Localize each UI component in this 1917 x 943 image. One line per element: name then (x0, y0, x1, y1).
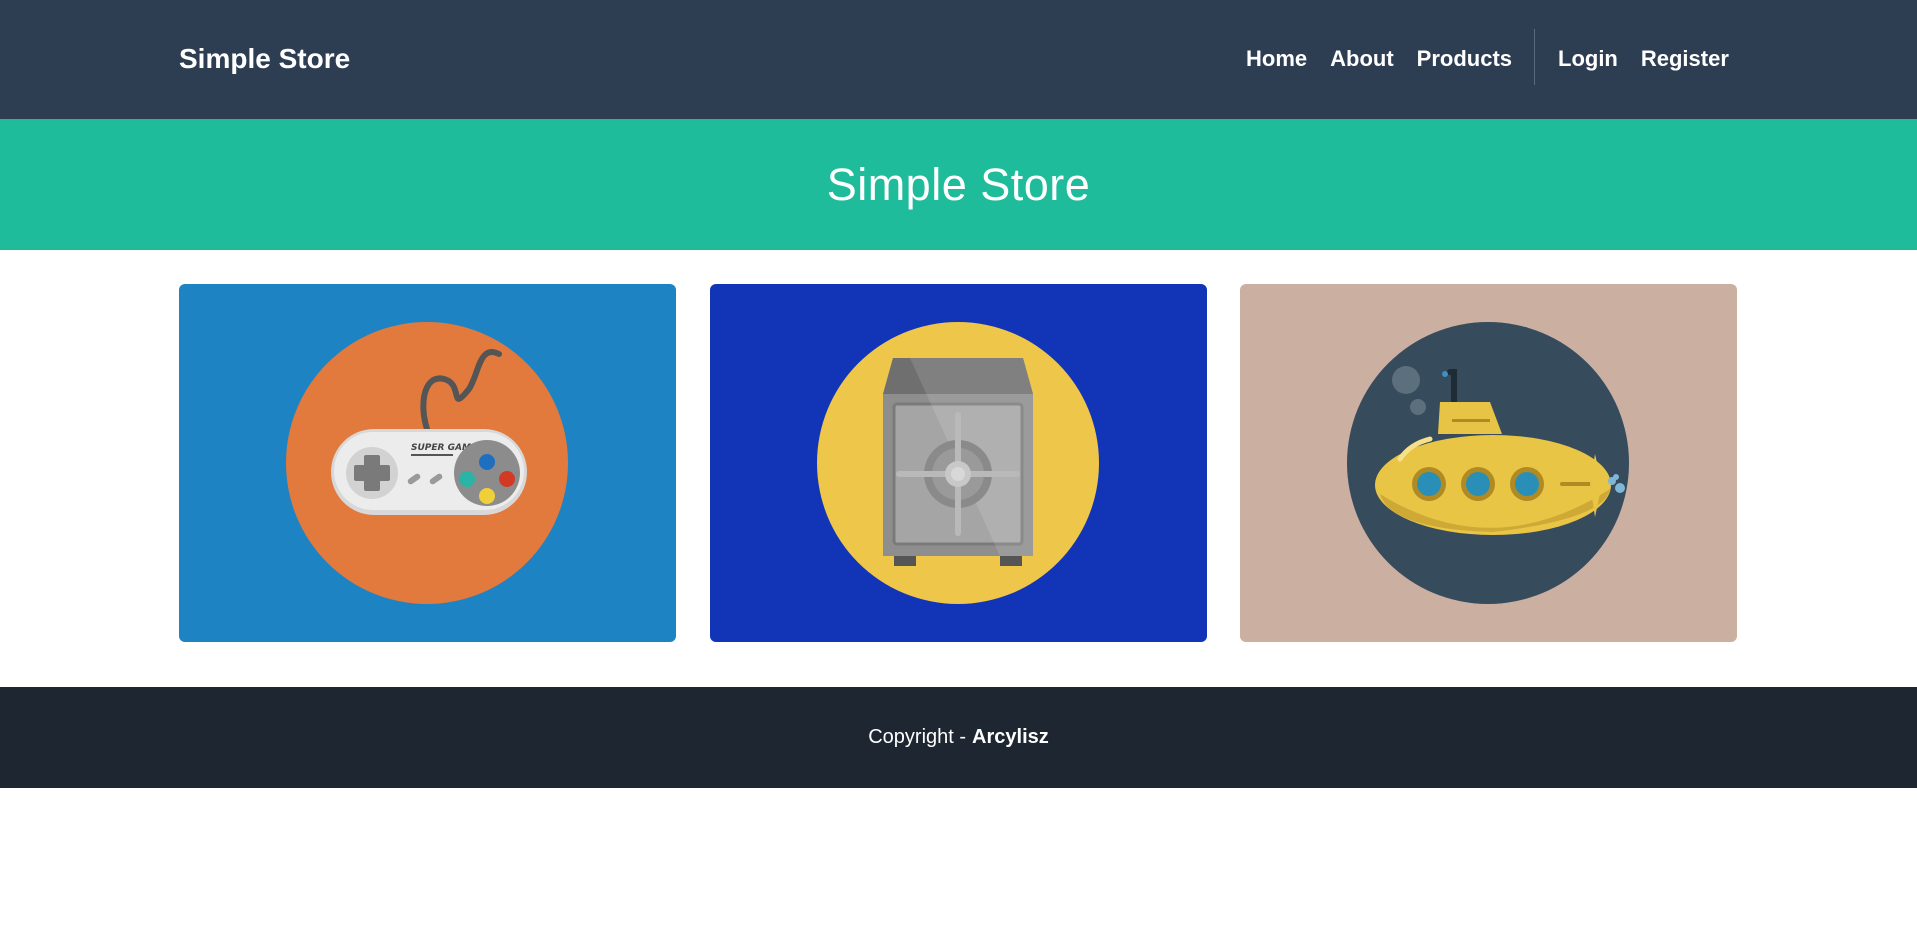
product-card-safe[interactable] (710, 284, 1207, 642)
main-nav: Home About Products (1246, 42, 1512, 76)
copyright-text: Copyright - (868, 726, 967, 748)
product-card-submarine[interactable] (1240, 284, 1737, 642)
brand-link[interactable]: Simple Store (179, 42, 350, 76)
nav-register-link[interactable]: Register (1641, 42, 1729, 76)
nav-login-link[interactable]: Login (1558, 42, 1618, 76)
nav-home-link[interactable]: Home (1246, 42, 1307, 76)
navbar: Simple Store Home About Products Login R… (0, 0, 1917, 119)
auth-nav: Login Register (1558, 42, 1729, 76)
game-controller-icon: SUPER GAME (179, 284, 676, 642)
safe-icon (710, 284, 1207, 642)
hero-banner: Simple Store (0, 119, 1917, 250)
nav-about-link[interactable]: About (1330, 42, 1394, 76)
hero-title: Simple Store (826, 158, 1091, 210)
nav-products-link[interactable]: Products (1417, 42, 1512, 76)
product-card-controller[interactable]: SUPER GAME (179, 284, 676, 642)
submarine-icon (1240, 284, 1737, 642)
nav-divider (1534, 29, 1535, 85)
author-name: Arcylisz (972, 726, 1049, 748)
footer: Copyright - Arcylisz (0, 687, 1917, 788)
